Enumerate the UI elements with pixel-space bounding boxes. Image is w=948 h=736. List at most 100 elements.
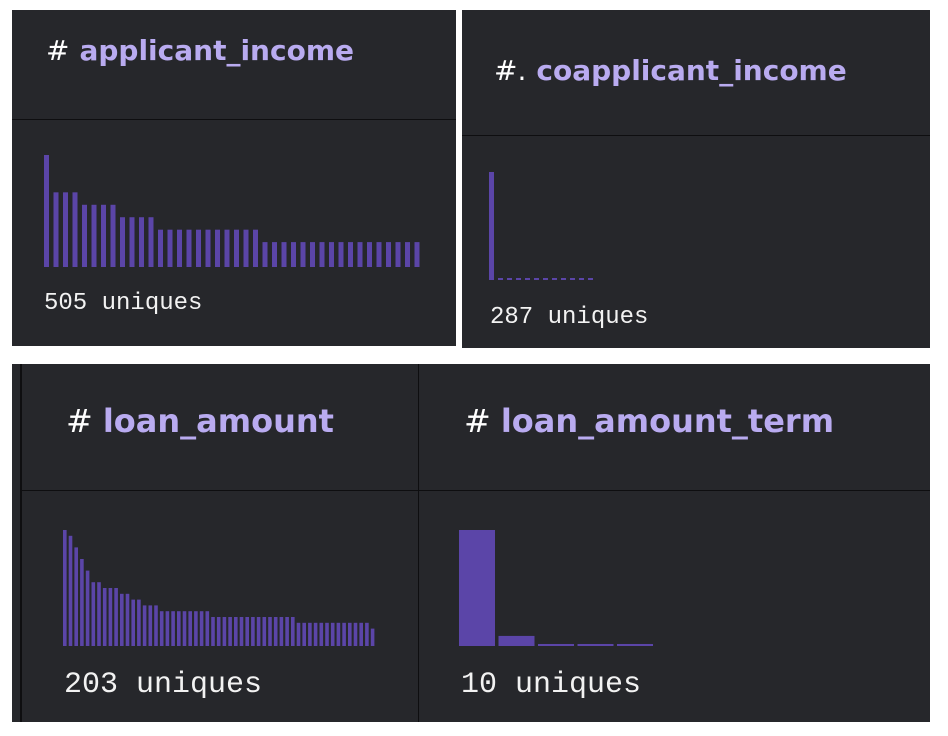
histogram-bar[interactable] <box>357 242 363 267</box>
histogram-bar[interactable] <box>53 192 59 267</box>
histogram-bar[interactable] <box>561 278 566 280</box>
histogram-bar[interactable] <box>188 611 192 646</box>
histogram-bar[interactable] <box>82 204 87 267</box>
histogram-bar[interactable] <box>342 622 346 646</box>
histogram-bar[interactable] <box>234 229 239 267</box>
histogram-bar[interactable] <box>222 617 227 646</box>
histogram-bar[interactable] <box>359 622 363 646</box>
histogram-bar[interactable] <box>186 229 192 267</box>
histogram-bar[interactable] <box>617 643 653 646</box>
histogram-bar[interactable] <box>148 605 153 646</box>
histogram-bar[interactable] <box>386 242 391 267</box>
histogram-bar[interactable] <box>97 582 101 646</box>
histogram-bar[interactable] <box>525 278 530 280</box>
histogram-bar[interactable] <box>243 229 249 267</box>
histogram-bar[interactable] <box>196 229 201 267</box>
histogram-bar[interactable] <box>395 242 401 267</box>
histogram-bar[interactable] <box>498 278 503 280</box>
histogram-bar[interactable] <box>139 217 144 267</box>
histogram-bar[interactable] <box>131 599 135 646</box>
histogram-bar[interactable] <box>85 570 90 646</box>
histogram-bar[interactable] <box>251 617 255 646</box>
histogram-bar[interactable] <box>129 217 135 267</box>
histogram-bar[interactable] <box>137 599 141 646</box>
histogram-bar[interactable] <box>101 204 106 267</box>
histogram-bar[interactable] <box>319 242 325 267</box>
histogram-bar[interactable] <box>125 593 130 646</box>
histogram-bar[interactable] <box>319 622 324 646</box>
histogram-bar[interactable] <box>256 617 261 646</box>
histogram-bar[interactable] <box>353 622 358 646</box>
histogram-bar[interactable] <box>216 617 221 646</box>
histogram-bar[interactable] <box>228 617 232 646</box>
histogram-bar[interactable] <box>302 622 306 646</box>
histogram-bar[interactable] <box>279 617 284 646</box>
histogram-bar[interactable] <box>348 622 352 646</box>
histogram-bar[interactable] <box>205 611 210 646</box>
histogram-bar[interactable] <box>239 617 244 646</box>
histogram-bar[interactable] <box>329 242 334 267</box>
histogram-bar[interactable] <box>205 229 211 267</box>
histogram-bar[interactable] <box>365 622 369 646</box>
histogram-bar[interactable] <box>459 530 495 646</box>
histogram-bar[interactable] <box>579 278 584 280</box>
histogram-bar[interactable] <box>308 622 312 646</box>
histogram-bar[interactable] <box>63 192 68 267</box>
histogram-bar[interactable] <box>80 559 84 646</box>
histogram-bar[interactable] <box>313 622 318 646</box>
histogram-bar[interactable] <box>273 617 278 646</box>
histogram-bar[interactable] <box>177 611 181 646</box>
histogram-bar[interactable] <box>234 617 238 646</box>
histogram-bar[interactable] <box>148 217 154 267</box>
histogram-bar[interactable] <box>300 242 306 267</box>
histogram-bar[interactable] <box>291 617 295 646</box>
histogram-bar[interactable] <box>570 278 575 280</box>
histogram-bar[interactable] <box>336 622 341 646</box>
histogram-bar[interactable] <box>199 611 204 646</box>
histogram-bar[interactable] <box>325 622 329 646</box>
histogram-bar[interactable] <box>91 204 97 267</box>
histogram-bar[interactable] <box>588 278 593 280</box>
histogram-bar[interactable] <box>68 535 73 646</box>
histogram-bar[interactable] <box>310 242 315 267</box>
histogram-bar[interactable] <box>72 192 78 267</box>
histogram-bar[interactable] <box>224 229 230 267</box>
histogram-bar[interactable] <box>120 593 124 646</box>
histogram-bar[interactable] <box>171 611 175 646</box>
histogram-bar[interactable] <box>63 530 67 646</box>
histogram-bar[interactable] <box>253 229 258 267</box>
histogram-bar[interactable] <box>211 617 215 646</box>
histogram-bar[interactable] <box>262 617 267 646</box>
histogram-bar[interactable] <box>158 229 163 267</box>
histogram-bar[interactable] <box>489 172 494 280</box>
histogram-bar[interactable] <box>165 611 170 646</box>
histogram-bar[interactable] <box>110 204 116 267</box>
histogram-bar[interactable] <box>44 155 49 267</box>
histogram-bar[interactable] <box>177 229 182 267</box>
histogram-bar[interactable] <box>182 611 187 646</box>
histogram-bar[interactable] <box>376 242 382 267</box>
histogram-bar[interactable] <box>74 547 78 646</box>
histogram-bar[interactable] <box>91 582 96 646</box>
histogram-bar[interactable] <box>367 242 372 267</box>
histogram-bar[interactable] <box>108 588 113 646</box>
histogram-bar[interactable] <box>285 617 289 646</box>
histogram-bar[interactable] <box>552 278 557 280</box>
histogram-bar[interactable] <box>534 278 539 280</box>
histogram-bar[interactable] <box>296 622 301 646</box>
histogram-bar[interactable] <box>516 278 521 280</box>
histogram-bar[interactable] <box>538 643 574 646</box>
histogram-bar[interactable] <box>543 278 548 280</box>
histogram-bar[interactable] <box>194 611 198 646</box>
histogram-bar[interactable] <box>405 242 410 267</box>
histogram-bar[interactable] <box>268 617 272 646</box>
histogram-bar[interactable] <box>577 643 614 646</box>
histogram-bar[interactable] <box>330 622 335 646</box>
histogram-bar[interactable] <box>291 242 296 267</box>
histogram-bar[interactable] <box>338 242 344 267</box>
histogram-bar[interactable] <box>159 611 164 646</box>
histogram-bar[interactable] <box>114 588 118 646</box>
histogram-bar[interactable] <box>167 229 173 267</box>
histogram-bar[interactable] <box>370 628 375 646</box>
histogram-bar[interactable] <box>142 605 147 646</box>
